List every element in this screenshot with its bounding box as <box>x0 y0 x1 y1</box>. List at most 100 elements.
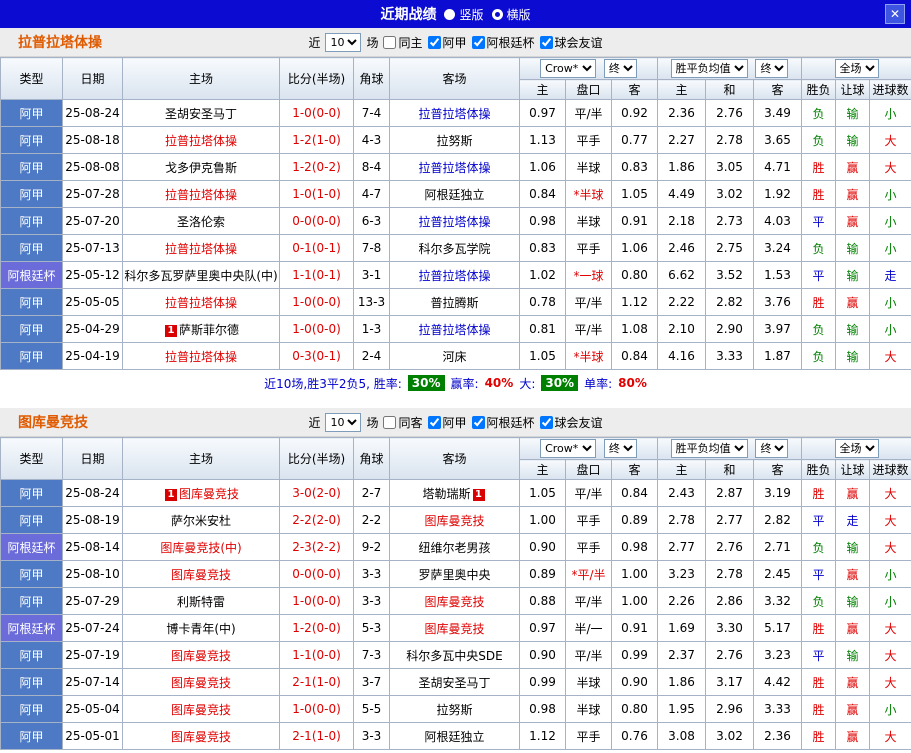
filter-球会友谊[interactable]: 球会友谊 <box>539 34 603 51</box>
score-link[interactable]: 1-2(0-0) <box>292 621 341 635</box>
home-team-link[interactable]: 圣洛伦索 <box>177 215 225 229</box>
radio-icon[interactable] <box>444 8 456 20</box>
score-link[interactable]: 0-1(0-1) <box>292 241 341 255</box>
home-team-link[interactable]: 图库曼竞技 <box>179 487 239 501</box>
away-team-link[interactable]: 拉努斯 <box>436 703 472 717</box>
score-link[interactable]: 1-0(1-0) <box>292 187 341 201</box>
layout-radio-vertical[interactable]: 竖版 <box>444 6 484 23</box>
away-team-link[interactable]: 拉普拉塔体操 <box>418 107 490 121</box>
home-team-link[interactable]: 图库曼竞技 <box>171 649 231 663</box>
league-cell: 阿甲 <box>0 668 63 696</box>
home-team-link[interactable]: 科尔多瓦罗萨里奥中央队(中) <box>124 269 277 283</box>
filter-阿甲[interactable]: 阿甲 <box>427 34 467 51</box>
fulltime-select[interactable]: 全场 <box>834 439 879 458</box>
away-team-link[interactable]: 科尔多瓦中央SDE <box>406 649 502 663</box>
away-team-link[interactable]: 拉普拉塔体操 <box>418 161 490 175</box>
filter-球会友谊[interactable]: 球会友谊 <box>539 414 603 431</box>
filter-同客[interactable]: 同客 <box>383 414 423 431</box>
close-icon[interactable]: ✕ <box>885 4 905 24</box>
score-link[interactable]: 2-2(2-0) <box>292 513 341 527</box>
checkbox-球会友谊[interactable] <box>539 415 553 429</box>
away-team-link[interactable]: 罗萨里奥中央 <box>418 568 490 582</box>
avg-draw-cell: 2.76 <box>705 99 755 127</box>
score-link[interactable]: 0-0(0-0) <box>292 567 341 581</box>
away-team-link[interactable]: 拉普拉塔体操 <box>418 269 490 283</box>
score-link[interactable]: 2-1(1-0) <box>292 675 341 689</box>
away-team-link[interactable]: 塔勒瑞斯 <box>422 487 470 501</box>
away-team-link[interactable]: 图库曼竞技 <box>424 622 484 636</box>
home-team-cell: 博卡青年(中) <box>122 614 280 642</box>
avg-final-select[interactable]: 终 <box>755 439 789 458</box>
home-team-link[interactable]: 拉普拉塔体操 <box>165 350 237 364</box>
away-team-link[interactable]: 科尔多瓦学院 <box>418 242 490 256</box>
home-team-link[interactable]: 萨尔米安杜 <box>171 514 231 528</box>
score-link[interactable]: 1-0(0-0) <box>292 702 341 716</box>
home-team-link[interactable]: 萨斯菲尔德 <box>179 323 239 337</box>
home-team-link[interactable]: 图库曼竞技 <box>171 703 231 717</box>
match-count-select[interactable]: 10 <box>325 32 362 52</box>
odds-final-select[interactable]: 终 <box>603 439 637 458</box>
avg-home-cell: 2.77 <box>657 533 707 561</box>
home-team-link[interactable]: 拉普拉塔体操 <box>165 296 237 310</box>
away-team-link[interactable]: 图库曼竞技 <box>424 514 484 528</box>
checkbox-阿甲[interactable] <box>427 415 441 429</box>
fulltime-select[interactable]: 全场 <box>834 59 879 78</box>
checkbox-同主[interactable] <box>383 35 397 49</box>
score-link[interactable]: 1-0(0-0) <box>292 322 341 336</box>
match-count-select[interactable]: 10 <box>325 412 362 432</box>
score-link[interactable]: 0-3(0-1) <box>292 349 341 363</box>
home-team-link[interactable]: 圣胡安圣马丁 <box>165 107 237 121</box>
odds-source-select[interactable]: Crow* <box>540 439 597 458</box>
filter-阿根廷杯[interactable]: 阿根廷杯 <box>471 34 535 51</box>
score-link[interactable]: 2-1(1-0) <box>292 729 341 743</box>
score-link[interactable]: 0-0(0-0) <box>292 214 341 228</box>
away-team-link[interactable]: 河床 <box>442 350 466 364</box>
layout-radio-horizontal[interactable]: 横版 <box>491 6 531 23</box>
filter-同主[interactable]: 同主 <box>383 34 423 51</box>
score-link[interactable]: 3-0(2-0) <box>292 486 341 500</box>
away-team-link[interactable]: 拉普拉塔体操 <box>418 323 490 337</box>
checkbox-球会友谊[interactable] <box>539 35 553 49</box>
away-team-link[interactable]: 拉努斯 <box>436 134 472 148</box>
checkbox-阿甲[interactable] <box>427 35 441 49</box>
score-link[interactable]: 1-1(0-0) <box>292 648 341 662</box>
filter-阿根廷杯[interactable]: 阿根廷杯 <box>471 414 535 431</box>
corner-cell: 1-3 <box>353 315 390 343</box>
away-team-link[interactable]: 纽维尔老男孩 <box>418 541 490 555</box>
score-link[interactable]: 1-2(0-2) <box>292 160 341 174</box>
odds-source-select[interactable]: Crow* <box>540 59 597 78</box>
avg-select[interactable]: 胜平负均值 <box>670 59 748 78</box>
home-team-link[interactable]: 拉普拉塔体操 <box>165 134 237 148</box>
away-team-link[interactable]: 阿根廷独立 <box>424 188 484 202</box>
away-team-link[interactable]: 圣胡安圣马丁 <box>418 676 490 690</box>
score-link[interactable]: 1-1(0-1) <box>292 268 341 282</box>
away-team-link[interactable]: 阿根廷独立 <box>424 730 484 744</box>
score-link[interactable]: 1-0(0-0) <box>292 295 341 309</box>
filter-阿甲[interactable]: 阿甲 <box>427 414 467 431</box>
checkbox-同客[interactable] <box>383 415 397 429</box>
home-team-link[interactable]: 利斯特雷 <box>177 595 225 609</box>
home-team-link[interactable]: 图库曼竞技 <box>171 730 231 744</box>
score-link[interactable]: 1-0(0-0) <box>292 106 341 120</box>
home-team-link[interactable]: 图库曼竞技(中) <box>160 541 241 555</box>
avg-select[interactable]: 胜平负均值 <box>670 439 748 458</box>
score-link[interactable]: 1-2(1-0) <box>292 133 341 147</box>
checkbox-阿根廷杯[interactable] <box>471 415 485 429</box>
home-team-link[interactable]: 图库曼竞技 <box>171 676 231 690</box>
score-link[interactable]: 1-0(0-0) <box>292 594 341 608</box>
away-team-link[interactable]: 图库曼竞技 <box>424 595 484 609</box>
home-team-link[interactable]: 拉普拉塔体操 <box>165 188 237 202</box>
odds-final-select[interactable]: 终 <box>603 59 637 78</box>
home-team-link[interactable]: 拉普拉塔体操 <box>165 242 237 256</box>
home-team-link[interactable]: 戈多伊克鲁斯 <box>165 161 237 175</box>
score-cell: 0-1(0-1) <box>279 234 354 262</box>
home-team-link[interactable]: 博卡青年(中) <box>166 622 235 636</box>
score-link[interactable]: 2-3(2-2) <box>292 540 341 554</box>
away-team-link[interactable]: 普拉腾斯 <box>430 296 478 310</box>
home-team-link[interactable]: 图库曼竞技 <box>171 568 231 582</box>
checkbox-阿根廷杯[interactable] <box>471 35 485 49</box>
radio-selected-icon[interactable] <box>491 8 503 20</box>
avg-home-cell: 4.49 <box>657 180 707 208</box>
avg-final-select[interactable]: 终 <box>755 59 789 78</box>
away-team-link[interactable]: 拉普拉塔体操 <box>418 215 490 229</box>
